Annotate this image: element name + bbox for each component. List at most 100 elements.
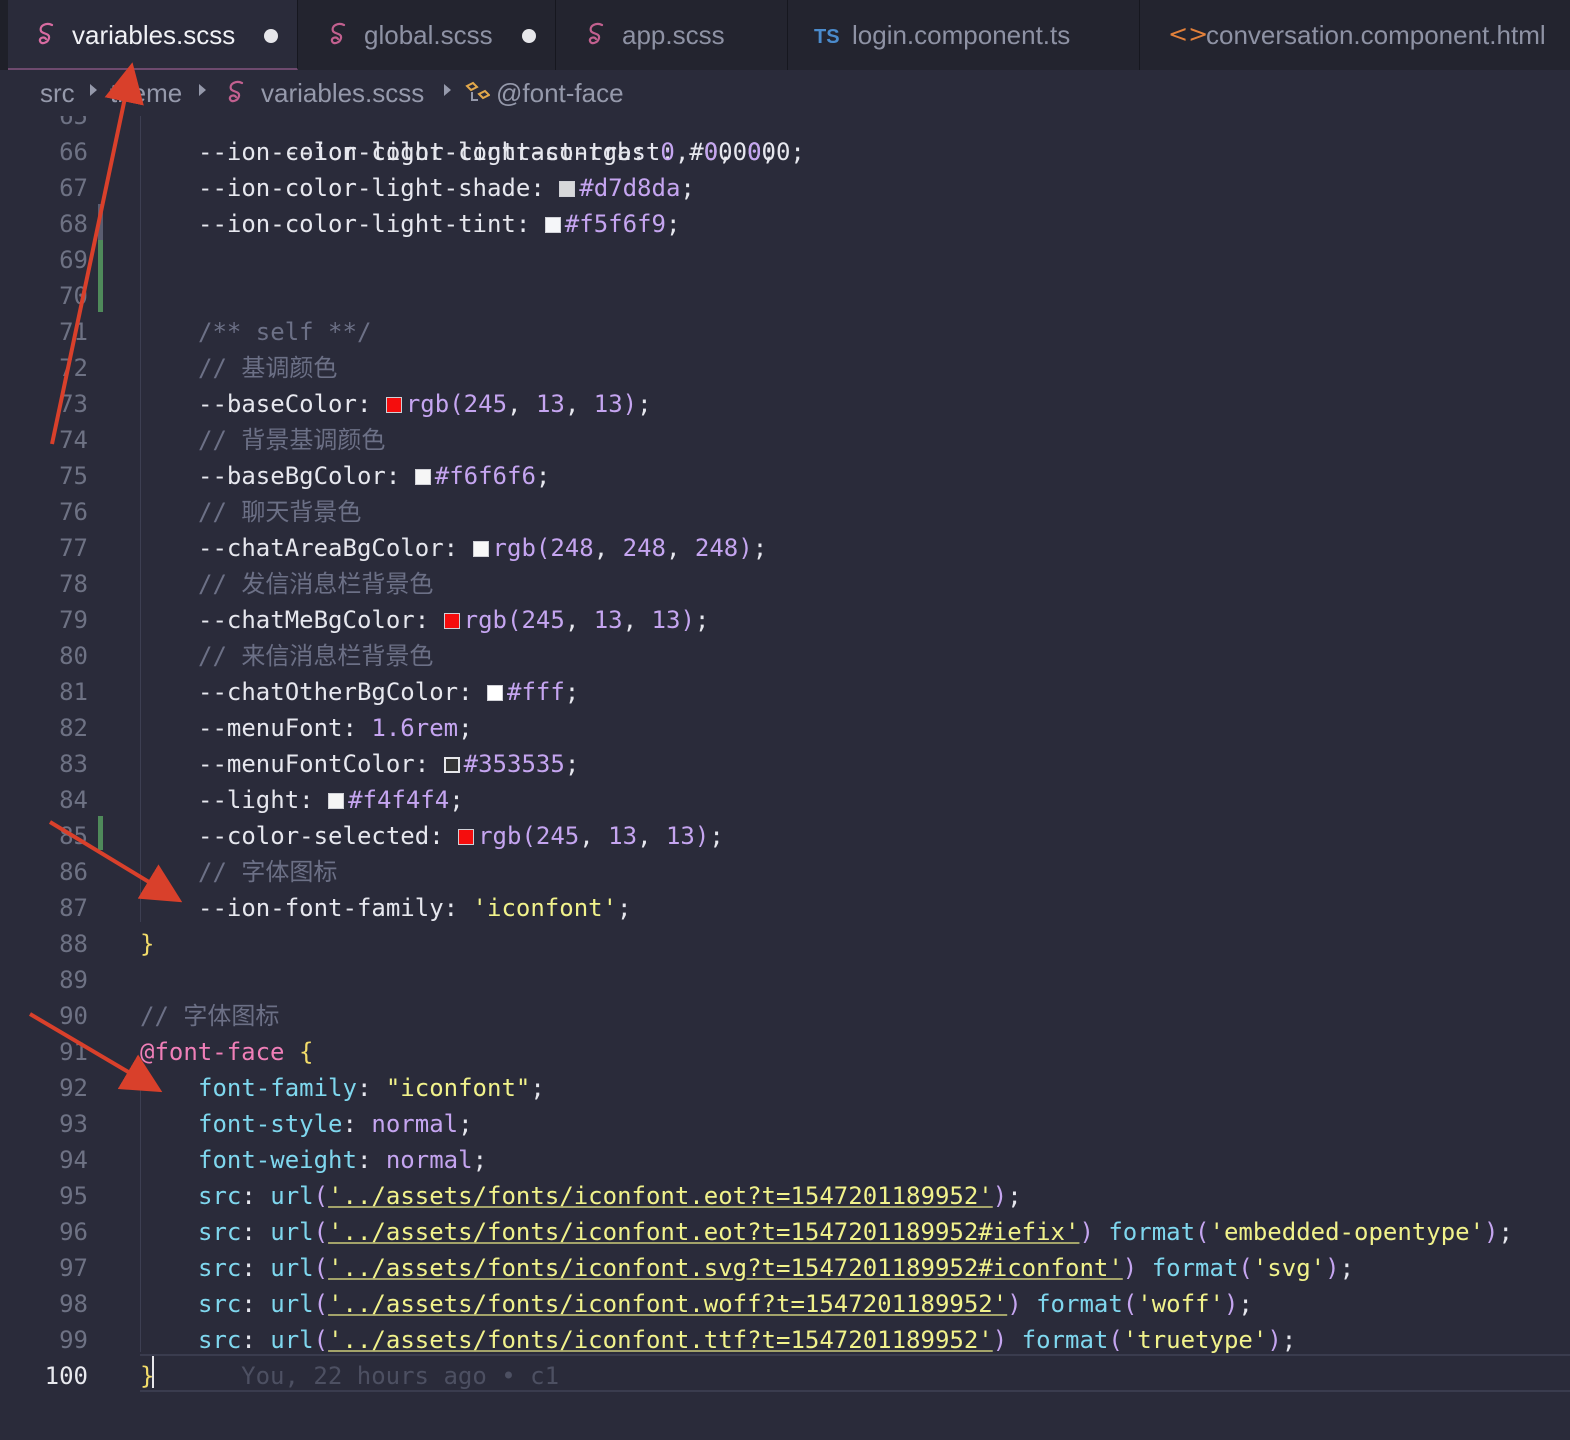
code-token: #fff: [507, 678, 565, 706]
breadcrumb-item-symbol[interactable]: @font-face: [496, 78, 624, 109]
color-swatch[interactable]: [385, 397, 402, 413]
code-line[interactable]: 74 // 背景基调颜色: [0, 422, 1570, 458]
tab-conversation-component-html[interactable]: <> conversation.component.html: [1140, 0, 1570, 70]
code-token: ;: [752, 534, 768, 562]
chevron-right-icon: [199, 84, 206, 96]
code-editor[interactable]: 65 --ion-color-light-contrast: #000000; …: [0, 116, 1570, 1440]
code-token: :: [241, 1254, 271, 1282]
code-line[interactable]: 90 // 字体图标: [0, 998, 1570, 1034]
line-number: 94: [59, 1146, 88, 1174]
code-line[interactable]: 79 --chatMeBgColor: rgb(245, 13, 13);: [0, 602, 1570, 638]
code-token: ,: [579, 822, 609, 850]
code-line[interactable]: 66 --ion-color-light-contrast-rgb: 0, 0, …: [0, 134, 1570, 170]
line-number: 65: [59, 116, 88, 130]
code-line[interactable]: 69: [0, 242, 1570, 278]
code-line[interactable]: 86 // 字体图标: [0, 854, 1570, 890]
code-token: src: [198, 1182, 242, 1210]
code-text: /** self **/: [198, 314, 371, 350]
code-token: 'svg': [1252, 1254, 1326, 1282]
code-line[interactable]: 77 --chatAreaBgColor: rgb(248, 248, 248);: [0, 530, 1570, 566]
code-text: --menuFont: 1.6rem;: [198, 710, 473, 746]
code-line[interactable]: 80 // 来信消息栏背景色: [0, 638, 1570, 674]
code-token: // 发信消息栏背景色: [198, 570, 434, 598]
tab-login-component-ts[interactable]: TS login.component.ts: [788, 0, 1140, 70]
code-line[interactable]: 92 font-family: "iconfont";: [0, 1070, 1570, 1106]
code-line[interactable]: 81 --chatOtherBgColor: #fff;: [0, 674, 1570, 710]
code-line[interactable]: 82 --menuFont: 1.6rem;: [0, 710, 1570, 746]
code-token: ;: [535, 462, 551, 490]
code-token: :: [414, 606, 444, 634]
breadcrumb-item-theme[interactable]: theme: [110, 78, 182, 109]
code-line[interactable]: 75 --baseBgColor: #f6f6f6;: [0, 458, 1570, 494]
color-swatch[interactable]: [487, 685, 503, 701]
code-token: (: [313, 1290, 329, 1318]
code-token: 248: [550, 534, 594, 562]
code-token: 0: [747, 138, 762, 166]
code-token: // 背景基调颜色: [198, 426, 386, 454]
line-number: 98: [59, 1290, 88, 1318]
color-swatch[interactable]: [544, 217, 561, 233]
line-number: 74: [59, 426, 88, 454]
git-added-marker: [98, 816, 103, 850]
code-line[interactable]: 67 --ion-color-light-shade: #d7d8da;: [0, 170, 1570, 206]
line-number: 89: [59, 966, 88, 994]
code-token: 13: [593, 606, 623, 634]
code-line[interactable]: 93 font-style: normal;: [0, 1106, 1570, 1142]
code-line[interactable]: 95 src: url('../assets/fonts/iconfont.eot…: [0, 1178, 1570, 1214]
code-line[interactable]: 87 --ion-font-family: 'iconfont';: [0, 890, 1570, 926]
code-text: --color-selected: rgb(245, 13, 13);: [198, 818, 724, 854]
code-line[interactable]: 88}: [0, 926, 1570, 962]
code-token: 'truetype': [1122, 1326, 1268, 1354]
breadcrumb-item-file[interactable]: variables.scss: [261, 78, 424, 109]
code-line[interactable]: 70: [0, 278, 1570, 314]
code-token: --menuFontColor: [198, 750, 415, 778]
code-token: rgb: [492, 534, 536, 562]
code-line[interactable]: 68 --ion-color-light-tint: #f5f6f9;: [0, 206, 1570, 242]
code-line[interactable]: 85 --color-selected: rgb(245, 13, 13);: [0, 818, 1570, 854]
code-line[interactable]: 71 /** self **/: [0, 314, 1570, 350]
color-swatch[interactable]: [443, 757, 460, 773]
code-token: ,: [718, 138, 748, 166]
tab-app-scss[interactable]: app.scss: [556, 0, 788, 70]
code-token: (: [1122, 1290, 1138, 1318]
code-token: --baseBgColor: [198, 462, 386, 490]
line-number: 86: [59, 858, 88, 886]
modified-dot-icon[interactable]: [522, 29, 536, 43]
code-token: '../assets/fonts/iconfont.svg?t=15472011…: [328, 1254, 1123, 1282]
tab-variables-scss[interactable]: variables.scss: [8, 0, 298, 70]
code-line[interactable]: 94 font-weight: normal;: [0, 1142, 1570, 1178]
code-line[interactable]: 98 src: url('../assets/fonts/iconfont.wof…: [0, 1286, 1570, 1322]
color-swatch[interactable]: [414, 469, 431, 485]
code-line[interactable]: 76 // 聊天背景色: [0, 494, 1570, 530]
color-swatch[interactable]: [559, 181, 576, 197]
modified-dot-icon[interactable]: [264, 29, 278, 43]
code-line[interactable]: 83 --menuFontColor: #353535;: [0, 746, 1570, 782]
code-token: (: [449, 390, 464, 418]
code-line[interactable]: 97 src: url('../assets/fonts/iconfont.svg…: [0, 1250, 1570, 1286]
code-token: 248: [694, 534, 739, 562]
line-number: 77: [59, 534, 88, 562]
color-swatch[interactable]: [472, 541, 489, 557]
color-swatch[interactable]: [328, 793, 345, 809]
code-line[interactable]: 99 src: url('../assets/fonts/iconfont.ttf…: [0, 1322, 1570, 1358]
code-line[interactable]: 72 // 基调颜色: [0, 350, 1570, 386]
code-line[interactable]: 96 src: url('../assets/fonts/iconfont.eot…: [0, 1214, 1570, 1250]
code-token: font-style: [198, 1110, 343, 1138]
code-token: ,: [593, 534, 623, 562]
code-token: ): [1007, 1290, 1022, 1318]
color-swatch[interactable]: [458, 829, 475, 845]
code-line[interactable]: 78 // 发信消息栏背景色: [0, 566, 1570, 602]
code-text: --baseBgColor: #f6f6f6;: [198, 458, 550, 494]
code-line[interactable]: 89: [0, 962, 1570, 998]
breadcrumb: src theme variables.scss @font-face: [0, 70, 1570, 116]
code-token: ,: [637, 822, 666, 850]
line-number: 82: [59, 714, 88, 742]
code-line[interactable]: 91 @font-face {: [0, 1034, 1570, 1070]
code-line[interactable]: 73 --baseColor: rgb(245, 13, 13);: [0, 386, 1570, 422]
code-line[interactable]: 84 --light: #f4f4f4;: [0, 782, 1570, 818]
breadcrumb-item-src[interactable]: src: [40, 78, 75, 109]
color-swatch[interactable]: [443, 613, 460, 629]
tab-global-scss[interactable]: global.scss: [298, 0, 556, 70]
code-token: }: [140, 930, 155, 958]
